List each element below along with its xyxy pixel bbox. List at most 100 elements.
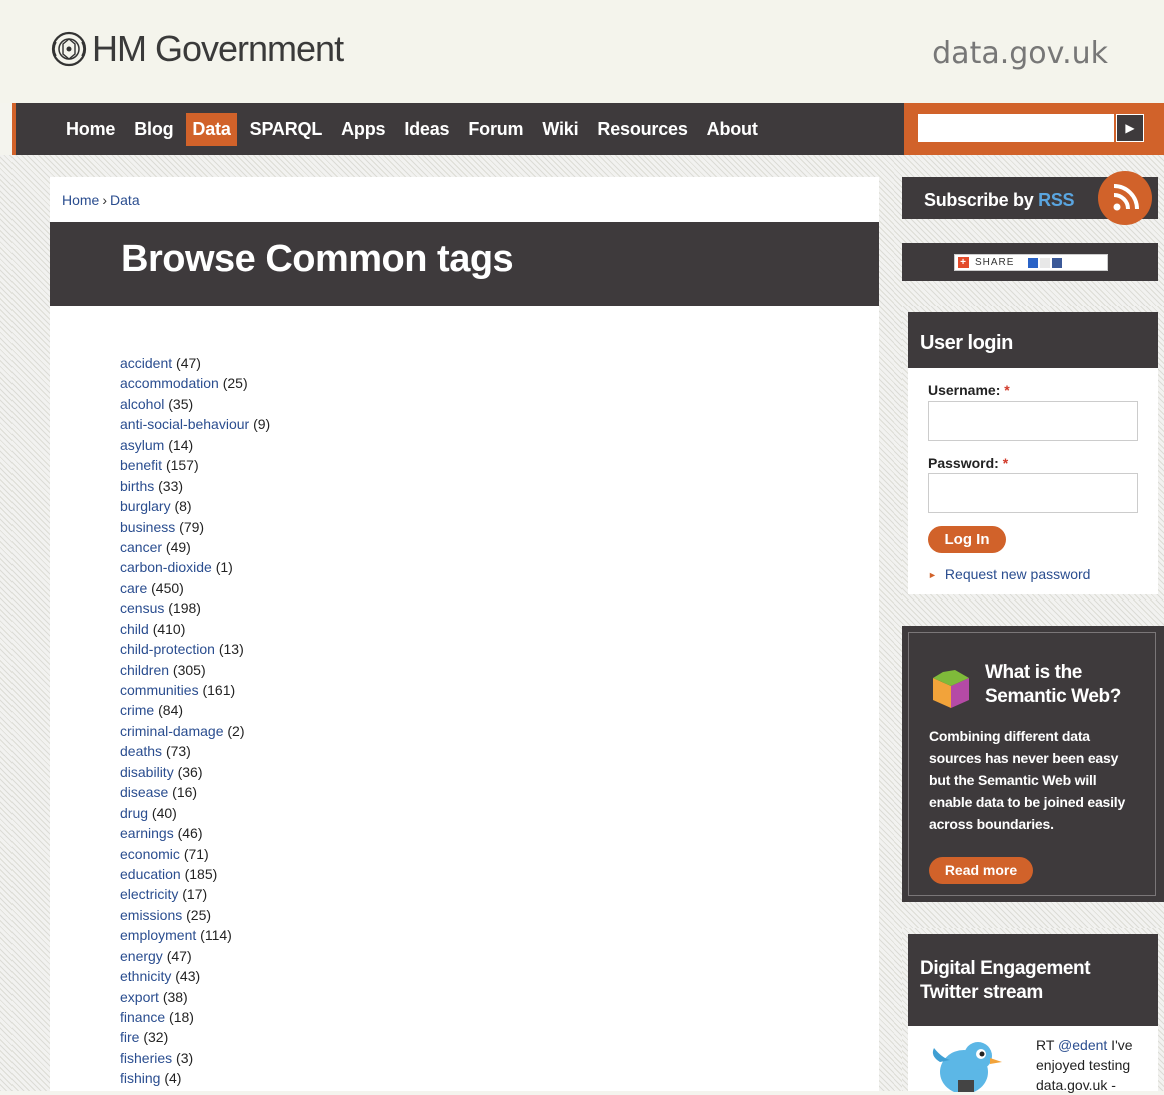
tag-link[interactable]: disability: [120, 764, 174, 780]
tag-item: economic (71): [120, 844, 270, 864]
tag-link[interactable]: finance: [120, 1009, 165, 1025]
tag-item: cancer (49): [120, 537, 270, 557]
tag-link[interactable]: energy: [120, 948, 163, 964]
nav-item-home[interactable]: Home: [60, 113, 121, 146]
tag-link[interactable]: fire: [120, 1029, 139, 1045]
left-hatch-background: [0, 155, 12, 1091]
tag-count: (33): [158, 477, 184, 494]
tag-link[interactable]: accommodation: [120, 375, 219, 391]
tag-item: criminal-damage (2): [120, 721, 270, 741]
tag-link[interactable]: economic: [120, 846, 180, 862]
arrow-bullet-icon: ►: [928, 570, 937, 581]
tag-link[interactable]: child-protection: [120, 641, 215, 657]
username-field[interactable]: [928, 401, 1138, 441]
hm-government-logo[interactable]: HM Government: [50, 28, 344, 70]
semantic-cube-icon: [933, 670, 969, 708]
tag-link[interactable]: deaths: [120, 743, 162, 759]
tag-link[interactable]: fisheries: [120, 1050, 172, 1066]
tag-count: (185): [184, 865, 218, 882]
password-field[interactable]: [928, 473, 1138, 513]
tag-link[interactable]: crime: [120, 702, 154, 718]
tag-link[interactable]: communities: [120, 682, 199, 698]
nav-item-about[interactable]: About: [701, 113, 764, 146]
tag-link[interactable]: asylum: [120, 437, 164, 453]
tag-link[interactable]: children: [120, 662, 169, 678]
search-input[interactable]: [918, 114, 1114, 142]
tag-link[interactable]: care: [120, 580, 147, 596]
tag-count: (40): [151, 804, 177, 821]
rss-label-accent: RSS: [1038, 190, 1075, 210]
twitter-title: Digital Engagement Twitter stream: [920, 958, 1091, 1003]
tag-link[interactable]: employment: [120, 927, 196, 943]
tag-link[interactable]: criminal-damage: [120, 723, 223, 739]
tag-link[interactable]: alcohol: [120, 396, 164, 412]
request-password-link[interactable]: ► Request new password: [928, 566, 1090, 582]
tag-link[interactable]: drug: [120, 805, 148, 821]
semantic-web-block: What is the Semantic Web? Combining diff…: [902, 626, 1164, 902]
breadcrumb-home-link[interactable]: Home: [62, 192, 99, 208]
tag-link[interactable]: burglary: [120, 498, 171, 514]
tag-count: (198): [168, 600, 201, 617]
tag-item: deaths (73): [120, 741, 270, 761]
tag-count: (79): [179, 518, 205, 535]
rss-icon[interactable]: [1098, 171, 1152, 225]
tag-link[interactable]: census: [120, 600, 164, 616]
nav-item-wiki[interactable]: Wiki: [536, 113, 584, 146]
search-box: ▶: [904, 103, 1164, 155]
semantic-web-inner: What is the Semantic Web? Combining diff…: [908, 632, 1156, 896]
tag-item: care (450): [120, 578, 270, 598]
tag-link[interactable]: electricity: [120, 886, 178, 902]
tag-link[interactable]: anti-social-behaviour: [120, 416, 249, 432]
login-box: User login Username: * Password: * Log I…: [908, 312, 1158, 594]
nav-item-ideas[interactable]: Ideas: [398, 113, 455, 146]
login-header: User login: [908, 312, 1158, 368]
tag-item: burglary (8): [120, 496, 270, 516]
tweet-handle-link[interactable]: @edent: [1058, 1037, 1107, 1053]
required-mark: *: [1004, 382, 1010, 398]
nav-item-forum[interactable]: Forum: [462, 113, 529, 146]
tag-count: (36): [177, 763, 203, 780]
tag-count: (25): [186, 906, 212, 923]
tag-link[interactable]: emissions: [120, 907, 182, 923]
logo-text: HM Government: [92, 28, 344, 69]
nav-item-apps[interactable]: Apps: [335, 113, 391, 146]
search-submit-button[interactable]: ▶: [1116, 114, 1144, 142]
tag-count: (9): [253, 416, 271, 433]
semantic-web-text: Combining different data sources has nev…: [929, 728, 1126, 832]
tag-link[interactable]: fishing: [120, 1070, 160, 1086]
tag-link[interactable]: disease: [120, 784, 168, 800]
tag-item: employment (114): [120, 925, 270, 945]
share-button[interactable]: + SHARE: [954, 254, 1108, 271]
tag-link[interactable]: benefit: [120, 457, 162, 473]
read-more-button[interactable]: Read more: [929, 857, 1033, 884]
breadcrumb-data-link[interactable]: Data: [110, 192, 140, 208]
rss-subscribe-block[interactable]: Subscribe by RSS: [902, 171, 1158, 225]
tag-link[interactable]: births: [120, 478, 154, 494]
nav-items: Home Blog Data SPARQL Apps Ideas Forum W…: [60, 103, 771, 155]
nav-item-data[interactable]: Data: [186, 112, 237, 146]
site-name[interactable]: data.gov.uk: [932, 36, 1108, 71]
tag-count: (38): [162, 988, 188, 1005]
nav-item-sparql[interactable]: SPARQL: [244, 113, 328, 146]
tag-item: earnings (46): [120, 823, 270, 843]
tag-link[interactable]: business: [120, 519, 175, 535]
tag-link[interactable]: export: [120, 989, 159, 1005]
tag-link[interactable]: earnings: [120, 825, 174, 841]
twitter-bird-icon: [932, 1042, 1002, 1092]
tweet-text: RT @edent I've enjoyed testing data.gov.…: [1036, 1035, 1150, 1095]
tag-link[interactable]: carbon-dioxide: [120, 559, 212, 575]
tag-link[interactable]: ethnicity: [120, 968, 171, 984]
tag-link[interactable]: cancer: [120, 539, 162, 555]
tag-link[interactable]: accident: [120, 355, 172, 371]
request-password-text: Request new password: [944, 566, 1091, 582]
tag-count: (450): [151, 579, 184, 596]
tag-link[interactable]: child: [120, 621, 149, 637]
tag-link[interactable]: education: [120, 866, 181, 882]
share-block: + SHARE: [902, 243, 1158, 281]
tag-item: carbon-dioxide (1): [120, 557, 270, 577]
login-button[interactable]: Log In: [928, 526, 1006, 553]
nav-item-blog[interactable]: Blog: [128, 113, 179, 146]
nav-item-resources[interactable]: Resources: [591, 113, 693, 146]
share-service-icons: [1028, 257, 1063, 268]
required-mark: *: [1002, 455, 1009, 471]
